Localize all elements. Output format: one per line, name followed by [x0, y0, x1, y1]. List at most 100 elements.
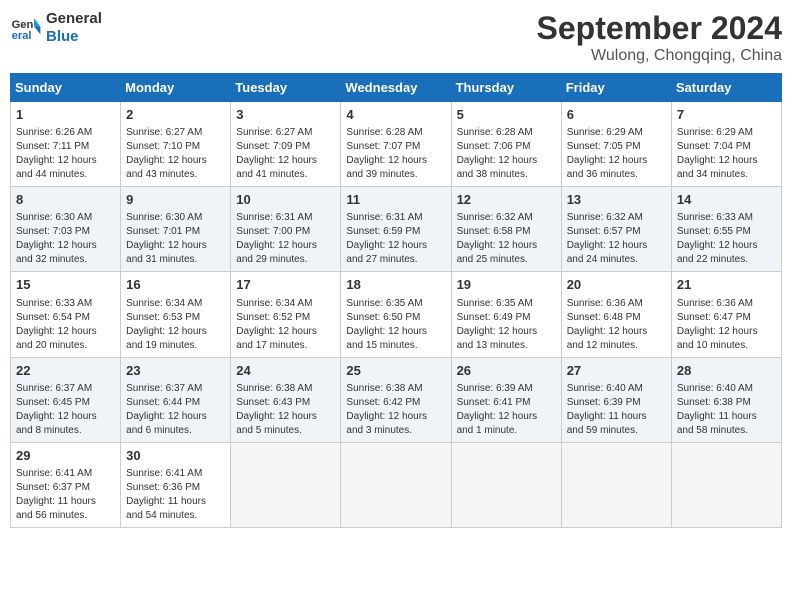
day-number: 25	[346, 362, 445, 380]
day-info: Sunrise: 6:29 AM Sunset: 7:05 PM Dayligh…	[567, 126, 666, 182]
day-number: 20	[567, 276, 666, 294]
calendar-cell: 9 Sunrise: 6:30 AM Sunset: 7:01 PM Daylig…	[121, 187, 231, 272]
day-number: 15	[16, 276, 115, 294]
svg-text:eral: eral	[12, 30, 32, 42]
calendar-week-row: 15 Sunrise: 6:33 AM Sunset: 6:54 PM Dayli…	[11, 272, 782, 357]
day-number: 17	[236, 276, 335, 294]
weekday-header-monday: Monday	[121, 74, 231, 102]
calendar-cell: 13 Sunrise: 6:32 AM Sunset: 6:57 PM Dayli…	[561, 187, 671, 272]
day-number: 18	[346, 276, 445, 294]
calendar-cell: 10 Sunrise: 6:31 AM Sunset: 7:00 PM Dayli…	[231, 187, 341, 272]
calendar-cell: 19 Sunrise: 6:35 AM Sunset: 6:49 PM Dayli…	[451, 272, 561, 357]
calendar-cell: 28 Sunrise: 6:40 AM Sunset: 6:38 PM Dayli…	[671, 357, 781, 442]
svg-text:Gen: Gen	[12, 19, 34, 31]
day-number: 11	[346, 191, 445, 209]
day-info: Sunrise: 6:37 AM Sunset: 6:45 PM Dayligh…	[16, 382, 115, 438]
calendar-header-row: SundayMondayTuesdayWednesdayThursdayFrid…	[11, 74, 782, 102]
calendar-cell: 23 Sunrise: 6:37 AM Sunset: 6:44 PM Dayli…	[121, 357, 231, 442]
day-number: 23	[126, 362, 225, 380]
calendar-cell	[561, 442, 671, 527]
calendar-cell: 11 Sunrise: 6:31 AM Sunset: 6:59 PM Dayli…	[341, 187, 451, 272]
day-number: 2	[126, 106, 225, 124]
calendar-cell: 20 Sunrise: 6:36 AM Sunset: 6:48 PM Dayli…	[561, 272, 671, 357]
calendar-cell: 7Sunrise: 6:29 AM Sunset: 7:04 PM Daylig…	[671, 102, 781, 187]
day-info: Sunrise: 6:38 AM Sunset: 6:42 PM Dayligh…	[346, 382, 445, 438]
weekday-header-thursday: Thursday	[451, 74, 561, 102]
weekday-header-saturday: Saturday	[671, 74, 781, 102]
day-info: Sunrise: 6:36 AM Sunset: 6:48 PM Dayligh…	[567, 297, 666, 353]
day-number: 19	[457, 276, 556, 294]
day-info: Sunrise: 6:38 AM Sunset: 6:43 PM Dayligh…	[236, 382, 335, 438]
day-number: 12	[457, 191, 556, 209]
logo-text-general: General	[46, 10, 102, 28]
day-info: Sunrise: 6:30 AM Sunset: 7:01 PM Dayligh…	[126, 211, 225, 267]
day-number: 29	[16, 447, 115, 465]
calendar-cell: 18Sunrise: 6:35 AM Sunset: 6:50 PM Dayli…	[341, 272, 451, 357]
day-number: 13	[567, 191, 666, 209]
calendar-cell: 6 Sunrise: 6:29 AM Sunset: 7:05 PM Daylig…	[561, 102, 671, 187]
day-info: Sunrise: 6:41 AM Sunset: 6:37 PM Dayligh…	[16, 467, 115, 523]
month-title: September 2024	[537, 10, 782, 47]
calendar-cell	[341, 442, 451, 527]
calendar-cell: 27 Sunrise: 6:40 AM Sunset: 6:39 PM Dayli…	[561, 357, 671, 442]
calendar-cell	[671, 442, 781, 527]
day-info: Sunrise: 6:33 AM Sunset: 6:54 PM Dayligh…	[16, 297, 115, 353]
day-number: 26	[457, 362, 556, 380]
day-info: Sunrise: 6:31 AM Sunset: 7:00 PM Dayligh…	[236, 211, 335, 267]
day-info: Sunrise: 6:27 AM Sunset: 7:10 PM Dayligh…	[126, 126, 225, 182]
day-number: 16	[126, 276, 225, 294]
day-number: 28	[677, 362, 776, 380]
calendar-cell: 17Sunrise: 6:34 AM Sunset: 6:52 PM Dayli…	[231, 272, 341, 357]
day-info: Sunrise: 6:39 AM Sunset: 6:41 PM Dayligh…	[457, 382, 556, 438]
calendar-cell: 25 Sunrise: 6:38 AM Sunset: 6:42 PM Dayli…	[341, 357, 451, 442]
day-number: 14	[677, 191, 776, 209]
day-info: Sunrise: 6:33 AM Sunset: 6:55 PM Dayligh…	[677, 211, 776, 267]
day-number: 7	[677, 106, 776, 124]
day-number: 9	[126, 191, 225, 209]
day-info: Sunrise: 6:31 AM Sunset: 6:59 PM Dayligh…	[346, 211, 445, 267]
day-number: 3	[236, 106, 335, 124]
day-info: Sunrise: 6:36 AM Sunset: 6:47 PM Dayligh…	[677, 297, 776, 353]
day-number: 4	[346, 106, 445, 124]
day-number: 5	[457, 106, 556, 124]
day-number: 27	[567, 362, 666, 380]
day-number: 22	[16, 362, 115, 380]
day-number: 8	[16, 191, 115, 209]
day-info: Sunrise: 6:26 AM Sunset: 7:11 PM Dayligh…	[16, 126, 115, 182]
logo-icon: Gen eral	[10, 12, 42, 44]
calendar-cell: 8 Sunrise: 6:30 AM Sunset: 7:03 PM Daylig…	[11, 187, 121, 272]
calendar-cell: 15 Sunrise: 6:33 AM Sunset: 6:54 PM Dayli…	[11, 272, 121, 357]
day-info: Sunrise: 6:37 AM Sunset: 6:44 PM Dayligh…	[126, 382, 225, 438]
day-info: Sunrise: 6:30 AM Sunset: 7:03 PM Dayligh…	[16, 211, 115, 267]
day-number: 21	[677, 276, 776, 294]
day-info: Sunrise: 6:35 AM Sunset: 6:49 PM Dayligh…	[457, 297, 556, 353]
day-info: Sunrise: 6:27 AM Sunset: 7:09 PM Dayligh…	[236, 126, 335, 182]
calendar-cell: 16 Sunrise: 6:34 AM Sunset: 6:53 PM Dayli…	[121, 272, 231, 357]
weekday-header-wednesday: Wednesday	[341, 74, 451, 102]
calendar-cell: 30Sunrise: 6:41 AM Sunset: 6:36 PM Dayli…	[121, 442, 231, 527]
calendar-week-row: 8 Sunrise: 6:30 AM Sunset: 7:03 PM Daylig…	[11, 187, 782, 272]
calendar-cell: 12Sunrise: 6:32 AM Sunset: 6:58 PM Dayli…	[451, 187, 561, 272]
day-info: Sunrise: 6:40 AM Sunset: 6:39 PM Dayligh…	[567, 382, 666, 438]
calendar-cell: 4Sunrise: 6:28 AM Sunset: 7:07 PM Daylig…	[341, 102, 451, 187]
weekday-header-tuesday: Tuesday	[231, 74, 341, 102]
day-info: Sunrise: 6:32 AM Sunset: 6:57 PM Dayligh…	[567, 211, 666, 267]
day-info: Sunrise: 6:40 AM Sunset: 6:38 PM Dayligh…	[677, 382, 776, 438]
day-info: Sunrise: 6:34 AM Sunset: 6:53 PM Dayligh…	[126, 297, 225, 353]
day-number: 10	[236, 191, 335, 209]
calendar-cell	[451, 442, 561, 527]
calendar-cell: 1 Sunrise: 6:26 AM Sunset: 7:11 PM Daylig…	[11, 102, 121, 187]
day-number: 6	[567, 106, 666, 124]
title-area: September 2024 Wulong, Chongqing, China	[537, 10, 782, 65]
calendar-cell: 24Sunrise: 6:38 AM Sunset: 6:43 PM Dayli…	[231, 357, 341, 442]
calendar-week-row: 29 Sunrise: 6:41 AM Sunset: 6:37 PM Dayli…	[11, 442, 782, 527]
day-info: Sunrise: 6:28 AM Sunset: 7:06 PM Dayligh…	[457, 126, 556, 182]
calendar-cell: 14 Sunrise: 6:33 AM Sunset: 6:55 PM Dayli…	[671, 187, 781, 272]
day-number: 30	[126, 447, 225, 465]
weekday-header-friday: Friday	[561, 74, 671, 102]
day-number: 1	[16, 106, 115, 124]
weekday-header-sunday: Sunday	[11, 74, 121, 102]
logo-text-blue: Blue	[46, 28, 102, 46]
calendar-cell: 2 Sunrise: 6:27 AM Sunset: 7:10 PM Daylig…	[121, 102, 231, 187]
calendar-cell: 5 Sunrise: 6:28 AM Sunset: 7:06 PM Daylig…	[451, 102, 561, 187]
